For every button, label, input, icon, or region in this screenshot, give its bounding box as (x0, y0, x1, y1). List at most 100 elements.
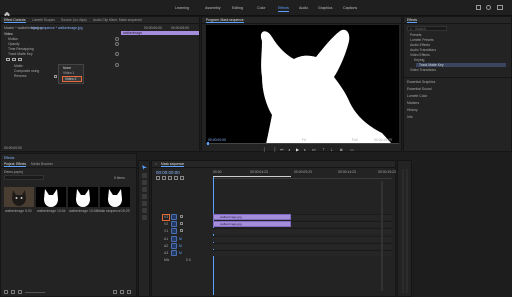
export-frame-icon[interactable]: ◙ (340, 147, 342, 152)
track-target-a2[interactable] (171, 243, 177, 249)
step-back-icon[interactable]: ◂ (288, 147, 290, 152)
program-timecode[interactable]: 00:00:00:00 (208, 138, 226, 142)
play-icon[interactable]: ▶ (296, 147, 299, 152)
timeline-settings-icon[interactable] (180, 176, 184, 180)
reset-matte-icon[interactable] (115, 52, 119, 56)
effect-row-motion[interactable]: Motion (8, 37, 18, 41)
effects-tree-video-transitions[interactable]: Video Transitions (410, 68, 436, 72)
fullscreen-icon[interactable] (497, 5, 503, 10)
program-scrub-bar[interactable] (206, 143, 399, 144)
mask-ellipse-icon[interactable] (6, 58, 10, 61)
matte-dropdown[interactable]: None Video 1 Video 2 (58, 64, 84, 84)
work-area-bar[interactable] (213, 176, 291, 177)
type-tool-icon[interactable] (142, 215, 147, 220)
timeline-timecode[interactable]: 00:00:00:00 (156, 170, 180, 175)
snap-icon[interactable] (162, 176, 166, 180)
share-icon[interactable] (476, 5, 481, 10)
resolution-select[interactable]: Full (352, 138, 357, 142)
effects-tree-audio-effects[interactable]: Audio Effects (410, 43, 430, 47)
track-label-v3[interactable]: V3 (164, 215, 168, 219)
thumbnail-sequence[interactable] (100, 187, 130, 207)
linked-selection-icon[interactable] (168, 176, 172, 180)
pen-tool-icon[interactable] (142, 201, 147, 206)
reset-opacity-icon[interactable] (115, 42, 119, 46)
mix-volume[interactable]: 0.0 (186, 258, 191, 262)
workspace-tab-editing[interactable]: Editing (232, 6, 243, 10)
ripple-edit-tool-icon[interactable] (142, 180, 147, 185)
toggle-output-v2-icon[interactable] (180, 222, 183, 225)
effect-row-time-remapping[interactable]: Time Remapping (8, 47, 34, 51)
thumbnail-matte-1[interactable] (36, 187, 66, 207)
workspace-tab-assembly[interactable]: Assembly (205, 6, 221, 10)
extract-icon[interactable]: ⇣ (330, 147, 333, 152)
timeline-ruler[interactable]: 00:00 00:00:04:23 00:00:09:23 00:00:14:2… (212, 169, 396, 179)
compare-icon[interactable]: ▭ (350, 147, 354, 152)
program-video-frame[interactable] (206, 25, 399, 144)
effect-row-track-matte-key[interactable]: Track Matte Key (8, 52, 33, 56)
zoom-select[interactable]: Fit (302, 138, 306, 142)
new-bin-icon[interactable] (113, 290, 117, 294)
lane-a1[interactable] (212, 236, 392, 242)
lane-v1[interactable] (212, 228, 392, 234)
effect-row-opacity[interactable]: Opacity (8, 42, 20, 46)
tab-audio-clip-mixer[interactable]: Audio Clip Mixer: Mask sequence (93, 18, 142, 22)
effects-title[interactable]: Effects (407, 18, 418, 23)
effects-search-input[interactable]: ⌕ Search (407, 26, 447, 31)
mute-a3-icon[interactable]: M (179, 251, 182, 255)
new-item-icon[interactable] (120, 290, 124, 294)
reset-matte-value-icon[interactable] (115, 63, 119, 67)
effects-tree-video-effects[interactable]: Video Effects (410, 53, 430, 57)
track-target-v2[interactable] (171, 221, 177, 227)
mask-rect-icon[interactable] (12, 58, 16, 61)
close-icon[interactable]: × (155, 162, 157, 166)
workspace-tab-color[interactable]: Color (257, 6, 266, 10)
track-label-a1[interactable]: A1 (164, 237, 168, 241)
tab-media-browser[interactable]: Media Browser (31, 162, 53, 166)
section-essential-graphics[interactable]: Essential Graphics (407, 80, 435, 84)
add-marker-icon[interactable] (174, 176, 178, 180)
hand-tool-icon[interactable] (142, 208, 147, 213)
track-label-v2[interactable]: V2 (164, 222, 168, 226)
workspace-tab-graphics[interactable]: Graphics (318, 6, 332, 10)
lane-a2[interactable] (212, 243, 392, 249)
section-history[interactable]: History (407, 108, 418, 112)
matte-option-video1[interactable]: Video 1 (63, 71, 74, 75)
timeline-scrollbar[interactable] (381, 181, 383, 291)
track-target-a3[interactable] (171, 250, 177, 256)
sequence-clip-label[interactable]: Mask sequence * walkerimage.jpg (31, 26, 82, 30)
matte-option-video2[interactable]: Video 2 (62, 76, 82, 82)
program-playhead[interactable] (207, 142, 209, 145)
reset-motion-icon[interactable] (115, 37, 119, 41)
lane-a3[interactable] (212, 250, 392, 256)
track-target-v3[interactable] (171, 214, 177, 220)
lock-icon[interactable] (4, 290, 8, 294)
timeline-sequence-tab[interactable]: Mask sequence (161, 162, 185, 167)
mark-in-icon[interactable]: ▏ (264, 147, 267, 152)
track-label-v1[interactable]: V1 (164, 229, 168, 233)
section-info[interactable]: Info (407, 115, 413, 119)
mute-a1-icon[interactable]: M (179, 237, 182, 241)
tab-effect-controls[interactable]: Effect Controls (4, 18, 26, 23)
razor-tool-icon[interactable] (142, 187, 147, 192)
tab-lumetri-scopes[interactable]: Lumetri Scopes (32, 18, 55, 22)
step-forward-icon[interactable]: ▸ (304, 147, 306, 152)
toggle-output-v1-icon[interactable] (180, 229, 183, 232)
section-lumetri-color[interactable]: Lumetri Color (407, 94, 427, 98)
project-search-input[interactable] (4, 175, 44, 180)
go-to-in-icon[interactable]: ⏮ (280, 147, 284, 152)
clip-v2[interactable]: walkerimage.jpg (213, 214, 291, 220)
section-essential-sound[interactable]: Essential Sound (407, 87, 432, 91)
workspace-tab-captions[interactable]: Captions (343, 6, 357, 10)
workspace-tab-effects[interactable]: Effects (278, 6, 289, 12)
zoom-slider[interactable] (25, 292, 45, 293)
effects-tree-keying[interactable]: Keying (414, 58, 424, 62)
track-label-a2[interactable]: A2 (164, 244, 168, 248)
track-select-tool-icon[interactable] (142, 173, 147, 178)
thumbnail-photo[interactable] (4, 187, 34, 207)
workspace-tab-learning[interactable]: Learning (175, 6, 189, 10)
workspace-tab-audio[interactable]: Audio (299, 6, 308, 10)
clip-v1[interactable]: walkerimage.jpg (213, 221, 291, 227)
section-markers[interactable]: Markers (407, 101, 419, 105)
delete-icon[interactable] (127, 290, 131, 294)
toggle-output-v3-icon[interactable] (180, 215, 183, 218)
